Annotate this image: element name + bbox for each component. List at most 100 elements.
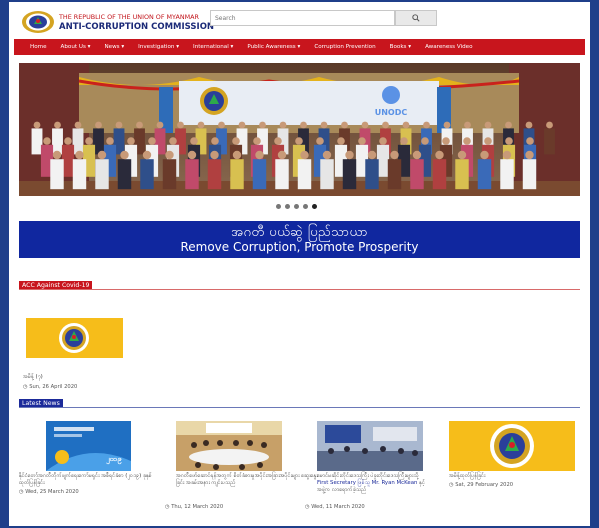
person-head [442,137,450,145]
person-head [187,150,197,160]
person-head [120,150,129,160]
person-figure [410,159,424,190]
person-head [525,150,534,160]
person-head [505,137,513,145]
slider-dot[interactable] [303,204,308,209]
news-thumbnail-1[interactable]: ၂၀၁၉ [46,421,131,471]
person-head [165,150,174,160]
person-head [341,121,348,129]
nav-item-investigation[interactable]: Investigation ▾ [131,39,186,55]
person-head [300,121,307,129]
person-head [255,150,264,160]
person-head [33,121,41,129]
nav-item-about-us[interactable]: About Us ▾ [54,39,98,55]
person-head [43,137,51,145]
person-figure [544,128,555,155]
person-head [210,150,219,160]
news-caption-1[interactable]: နိုင်ငံတော်အဂတီတိုက်ဖျက်ရေးကော်မရှင်း အစ… [19,473,159,487]
person-head [277,150,287,160]
person-head [238,121,246,129]
person-figure [162,159,177,190]
person-figure [117,159,132,190]
nav-item-corruption-prevention[interactable]: Corruption Prevention [307,39,382,55]
person-head [435,150,444,160]
nav-item-home[interactable]: Home [14,39,54,55]
person-head [525,121,533,129]
nav-item-awareness-video[interactable]: Awareness Video [418,39,480,55]
covid-item-date: ◷ Sun, 26 April 2020 [23,384,77,390]
news-caption-2[interactable]: အဂတီဖော်ဆောင်ရန်အတွက် စိတ်ခံစားမှုအပိုင်… [176,473,321,487]
person-head [443,121,451,129]
person-head [423,121,430,129]
person-head [295,137,303,145]
nav-item-books[interactable]: Books ▾ [383,39,418,55]
person-head [197,121,205,129]
org-name[interactable]: ANTI-CORRUPTION COMMISSION [59,22,214,32]
nav-item-international[interactable]: International ▾ [186,39,240,55]
person-figure [320,159,334,190]
covid-item-caption[interactable]: အမိန့် (၇) [23,374,123,381]
news-caption-3[interactable]: မောင်မဆိုင်းတိုင်းဒေသကြီး ပဲခူးတိုင်းဒေသ… [317,473,429,494]
news-date-3: ◷ Wed, 11 March 2020 [305,504,365,510]
person-head [115,121,123,129]
slider-dot-active[interactable] [312,204,317,209]
slider-dot[interactable] [285,204,290,209]
news-thumbnail-4[interactable] [449,421,575,471]
hero-group-photo: UNODC [19,63,580,196]
clock-icon: ◷ [19,489,24,495]
person-head [177,121,184,129]
unodc-label: UNODC [375,108,408,117]
person-figure [50,159,64,190]
person-head [320,121,328,129]
slider-dots [276,204,317,209]
person-head [106,137,114,145]
person-head [232,150,242,160]
person-head [505,121,512,129]
person-head [316,137,324,145]
news-date-3-text: Wed, 11 March 2020 [311,504,365,510]
person-head [322,150,332,160]
person-head [169,137,177,145]
clock-icon: ◷ [23,384,28,390]
commission-logo-icon[interactable] [21,10,55,34]
nav-item-news[interactable]: News ▾ [97,39,131,55]
person-head [337,137,345,145]
person-figure [342,159,357,190]
person-head [54,121,61,129]
person-head [421,137,429,145]
person-head [64,137,72,145]
person-head [52,150,62,160]
person-head [279,121,287,129]
person-head [142,150,152,160]
person-head [546,121,553,129]
slider-dot[interactable] [294,204,299,209]
person-head [379,137,387,145]
news-caption-3-link[interactable]: First Secretary ဖြစ်သူ Mr. Ryan McKean [317,480,417,486]
person-head [85,137,93,145]
person-head [390,150,399,160]
news-thumbnail-2[interactable] [176,421,282,471]
news-date-1-text: Wed, 25 March 2020 [25,489,79,495]
news-date-4-text: Sat, 29 February 2020 [455,482,514,488]
covid-item-thumbnail[interactable] [26,318,123,358]
news-caption-4[interactable]: အမိန့်ထုတ်ပြန်ခြင်း [449,473,575,480]
person-figure [477,159,492,190]
search-button[interactable] [395,10,437,26]
news-date-4: ◷ Sat, 29 February 2020 [449,482,513,488]
slider-dot[interactable] [276,204,281,209]
person-figure [207,159,222,190]
clock-icon: ◷ [305,504,310,510]
person-head [218,121,225,129]
person-head [232,137,240,145]
slogan-banner: အဂတီ ပယ်ဆွဲ ပြည်သာယာ Remove Corruption, … [19,221,580,258]
hero-slider[interactable]: UNODC [19,63,580,196]
person-head [412,150,422,160]
news-thumbnail-3[interactable] [317,421,423,471]
person-head [402,121,410,129]
search-input[interactable] [210,10,395,26]
commission-emblem-icon [490,424,534,468]
person-head [367,150,377,160]
nav-item-public-awareness[interactable]: Public Awareness ▾ [240,39,307,55]
person-head [127,137,135,145]
person-figure [52,128,63,155]
